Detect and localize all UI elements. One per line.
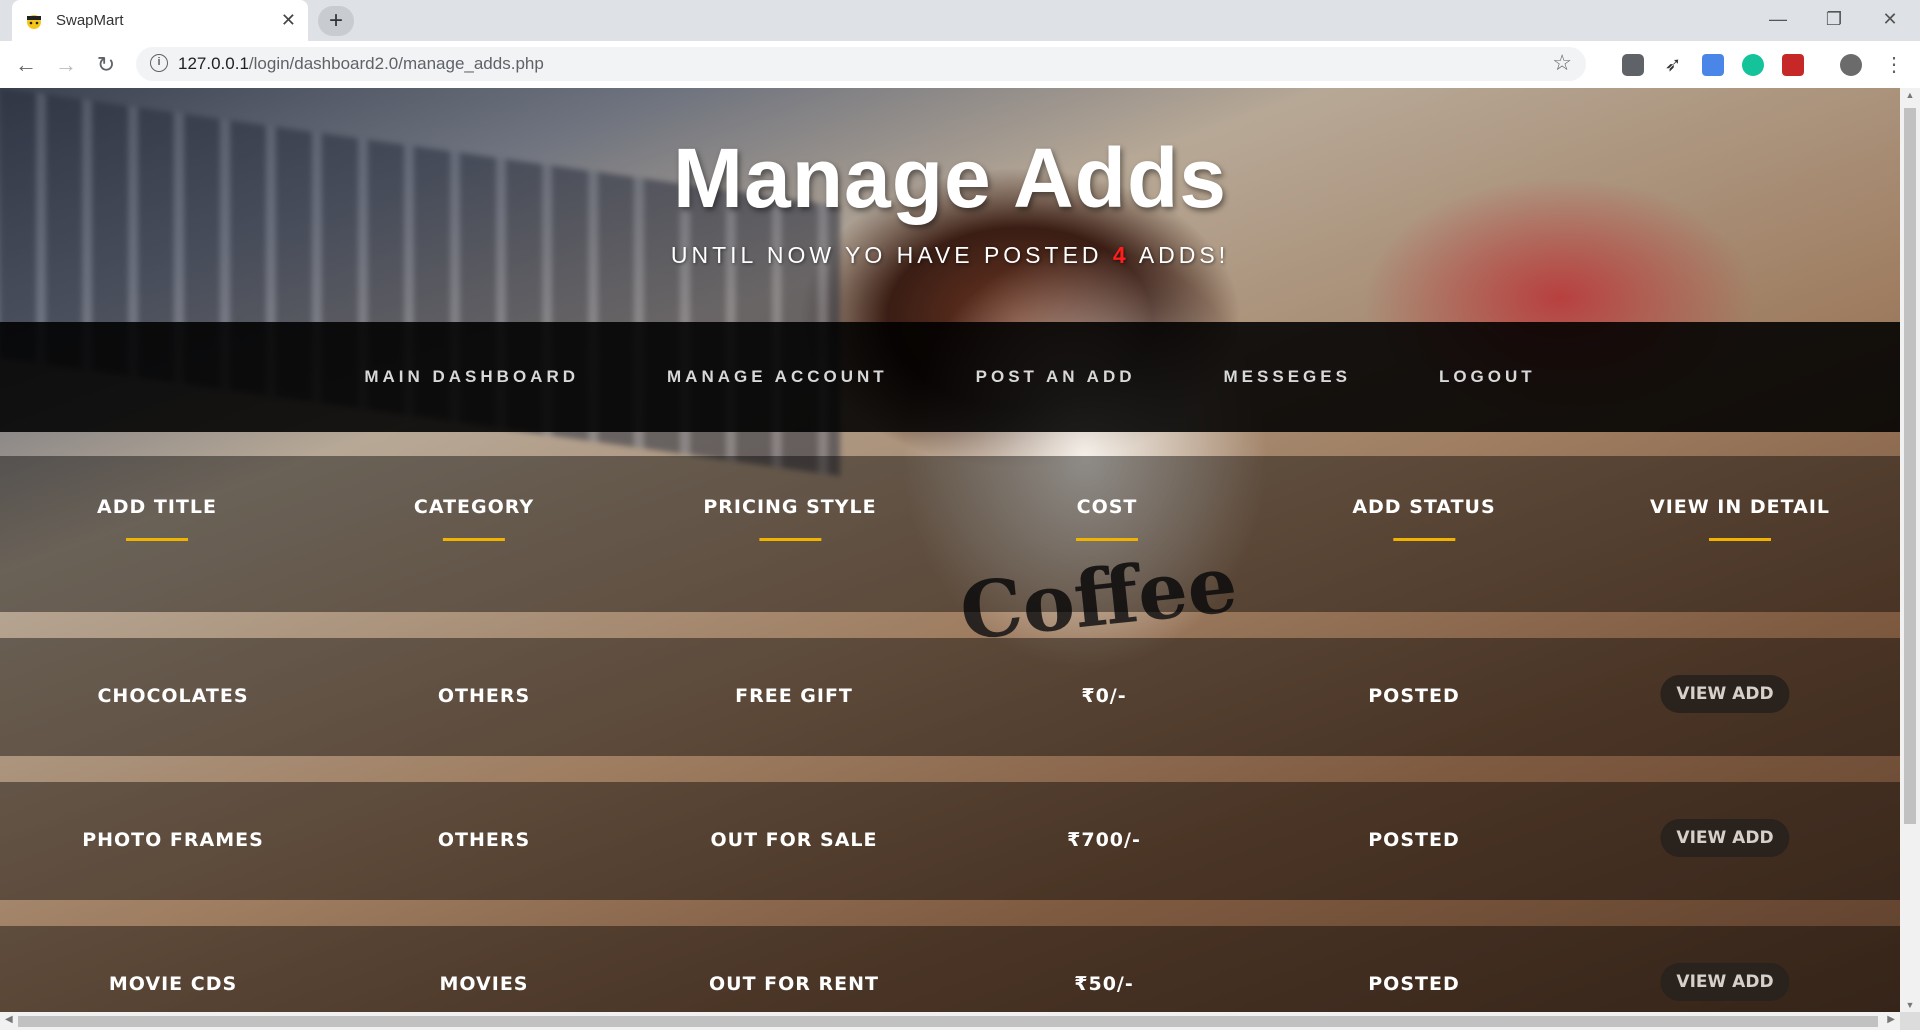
translate-icon[interactable] <box>1702 54 1724 76</box>
url-host: 127.0.0.1 <box>178 54 249 73</box>
header-underline <box>443 538 505 541</box>
view-add-button[interactable]: VIEW ADD <box>1660 675 1790 713</box>
info-icon[interactable]: i <box>150 54 168 72</box>
tab-strip: SwapMart ✕ + — ❐ ✕ <box>0 0 1920 41</box>
page-subtitle: UNTIL NOW YO HAVE POSTED 4 ADDS! <box>0 242 1900 269</box>
bookmark-ext-icon[interactable] <box>1782 54 1804 76</box>
row-pricing: FREE GIFT <box>735 685 853 707</box>
row-cost: ₹50/- <box>1074 973 1134 995</box>
restore-button[interactable]: ❐ <box>1806 0 1862 41</box>
nav-messeges[interactable]: MESSEGES <box>1224 367 1351 387</box>
browser-tab[interactable]: SwapMart ✕ <box>12 0 308 41</box>
profile-avatar-icon[interactable] <box>1840 54 1862 76</box>
browser-toolbar: ← → ↻ i 127.0.0.1/login/dashboard2.0/man… <box>0 41 1920 89</box>
scrollbar-corner <box>1900 1012 1920 1030</box>
view-add-button[interactable]: VIEW ADD <box>1660 819 1790 857</box>
vertical-scroll-thumb[interactable] <box>1904 108 1916 824</box>
header-cost-label: COST <box>1076 496 1138 518</box>
header-add-status-label: ADD STATUS <box>1352 496 1496 518</box>
row-category: MOVIES <box>439 973 529 995</box>
nav-post-an-add[interactable]: POST AN ADD <box>976 367 1136 387</box>
header-underline <box>1709 538 1771 541</box>
scroll-left-icon[interactable]: ◀ <box>5 1014 13 1025</box>
row-pricing: OUT FOR SALE <box>710 829 878 851</box>
reload-icon[interactable]: ↻ <box>90 49 122 81</box>
row-status: POSTED <box>1368 973 1460 995</box>
header-category: CATEGORY <box>414 496 534 541</box>
tab-close-icon[interactable]: ✕ <box>281 10 296 31</box>
table-header-row: ADD TITLE CATEGORY PRICING STYLE COST AD… <box>0 456 1900 612</box>
main-nav: MAIN DASHBOARD MANAGE ACCOUNT POST AN AD… <box>0 322 1900 432</box>
row-status: POSTED <box>1368 685 1460 707</box>
scroll-up-icon[interactable]: ▲ <box>1900 90 1920 100</box>
row-cost: ₹700/- <box>1067 829 1141 851</box>
rocket-icon[interactable]: ➶ <box>1662 54 1684 76</box>
minimize-button[interactable]: — <box>1750 0 1806 41</box>
grammarly-icon[interactable] <box>1742 54 1764 76</box>
nav-main-dashboard[interactable]: MAIN DASHBOARD <box>364 367 579 387</box>
row-cost: ₹0/- <box>1081 685 1127 707</box>
table-row: CHOCOLATES OTHERS FREE GIFT ₹0/- POSTED … <box>0 638 1900 756</box>
header-category-label: CATEGORY <box>413 496 535 518</box>
row-title: MOVIE CDS <box>108 973 238 995</box>
header-add-status: ADD STATUS <box>1352 496 1495 541</box>
url-path: /login/dashboard2.0/manage_adds.php <box>248 54 544 73</box>
horizontal-scroll-thumb[interactable] <box>18 1016 1878 1027</box>
url-text[interactable]: 127.0.0.1/login/dashboard2.0/manage_adds… <box>178 47 544 81</box>
subtitle-before: UNTIL NOW YO HAVE POSTED <box>670 242 1113 268</box>
row-category: OTHERS <box>437 829 531 851</box>
table-row: MOVIE CDS MOVIES OUT FOR RENT ₹50/- POST… <box>0 926 1900 1012</box>
header-view-in-detail-label: VIEW IN DETAIL <box>1649 496 1831 518</box>
header-add-title: ADD TITLE <box>97 496 217 541</box>
back-icon[interactable]: ← <box>10 49 42 81</box>
header-cost: COST <box>1076 496 1138 541</box>
row-title: CHOCOLATES <box>97 685 249 707</box>
close-window-button[interactable]: ✕ <box>1862 0 1918 41</box>
vertical-scrollbar[interactable]: ▲ ▼ <box>1900 88 1920 1012</box>
header-underline <box>759 538 821 541</box>
adds-count: 4 <box>1112 242 1130 268</box>
subtitle-after: ADDS! <box>1129 242 1230 268</box>
star-icon[interactable]: ☆ <box>1552 50 1572 76</box>
address-bar[interactable]: i 127.0.0.1/login/dashboard2.0/manage_ad… <box>136 47 1586 81</box>
nav-manage-account[interactable]: MANAGE ACCOUNT <box>667 367 888 387</box>
page-title: Manage Adds <box>673 131 1227 225</box>
swapmart-favicon <box>27 14 41 29</box>
header-underline <box>125 538 188 541</box>
header-add-title-label: ADD TITLE <box>97 496 217 518</box>
nav-logout[interactable]: LOGOUT <box>1439 367 1536 387</box>
row-category: OTHERS <box>437 685 531 707</box>
scroll-right-icon[interactable]: ▶ <box>1887 1014 1895 1025</box>
horizontal-scrollbar[interactable]: ◀ ▶ <box>0 1012 1900 1030</box>
tab-title: SwapMart <box>56 12 124 29</box>
row-title: PHOTO FRAMES <box>82 829 264 851</box>
forward-icon[interactable]: → <box>50 49 82 81</box>
header-underline <box>1076 538 1138 541</box>
scroll-down-icon[interactable]: ▼ <box>1900 1000 1920 1010</box>
header-underline <box>1393 538 1455 541</box>
table-row: PHOTO FRAMES OTHERS OUT FOR SALE ₹700/- … <box>0 782 1900 900</box>
menu-icon[interactable]: ⋮ <box>1878 49 1910 81</box>
view-add-button[interactable]: VIEW ADD <box>1660 963 1790 1001</box>
new-tab-button[interactable]: + <box>318 6 354 36</box>
row-pricing: OUT FOR RENT <box>708 973 880 995</box>
header-pricing-style-label: PRICING STYLE <box>703 496 877 518</box>
pocket-icon[interactable] <box>1622 54 1644 76</box>
header-pricing-style: PRICING STYLE <box>703 496 876 541</box>
row-status: POSTED <box>1368 829 1460 851</box>
header-view-in-detail: VIEW IN DETAIL <box>1650 496 1830 541</box>
page-viewport: Coffee Manage Adds UNTIL NOW YO HAVE POS… <box>0 88 1900 1012</box>
